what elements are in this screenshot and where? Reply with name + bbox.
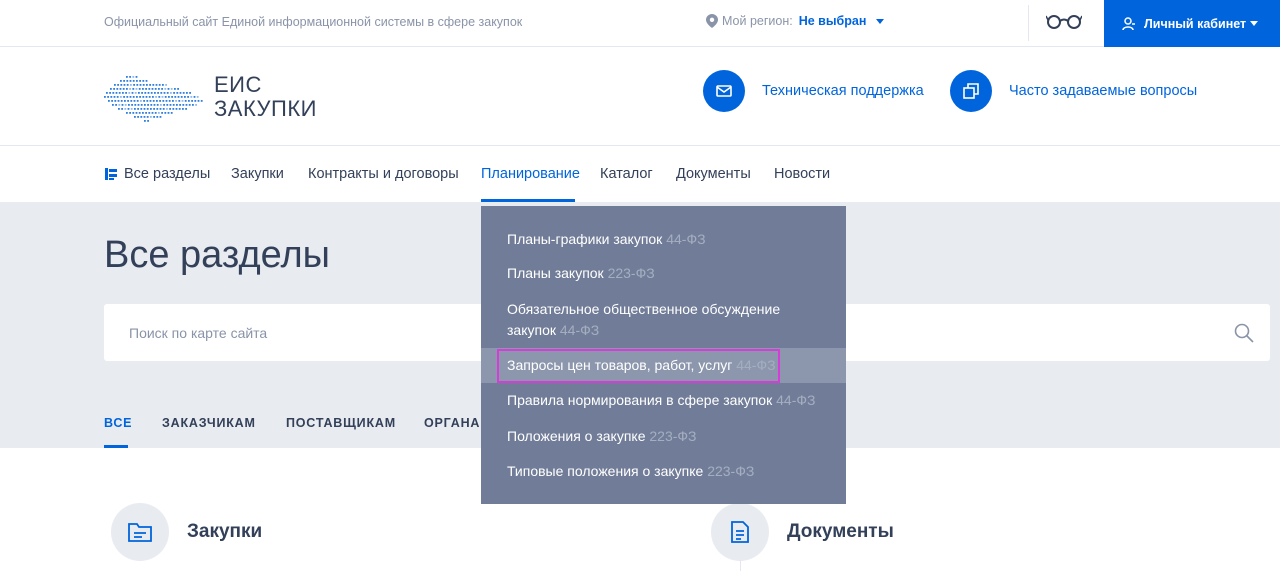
faq-circle bbox=[950, 70, 992, 112]
section-title: Закупки bbox=[187, 521, 263, 542]
menu-item-label: Положения о закупке bbox=[507, 428, 646, 444]
law-badge: 223-ФЗ bbox=[607, 265, 655, 281]
menu-item-label: Правила нормирования в сфере закупок bbox=[507, 392, 773, 408]
menu-item-label: Обязательное общественное обсуждение bbox=[507, 301, 781, 317]
menu-item-label: Типовые положения о закупке bbox=[507, 463, 704, 479]
support-circle bbox=[703, 70, 745, 112]
site-header: ЕИС ЗАКУПКИ Техническая поддержка Часто … bbox=[0, 48, 1280, 146]
menu-item-norming-rules[interactable]: Правила нормирования в сфере закупок 44-… bbox=[507, 390, 827, 411]
section-purchases[interactable]: Закупки bbox=[111, 503, 262, 561]
section-icon-circle bbox=[111, 503, 169, 561]
menu-item-purchase-regulations[interactable]: Положения о закупке 223-ФЗ bbox=[507, 426, 827, 447]
divider bbox=[1028, 5, 1029, 41]
nav-item-label: Все разделы bbox=[124, 166, 211, 182]
sitemap-icon bbox=[105, 168, 117, 180]
nav-item-news[interactable]: Новости bbox=[774, 166, 830, 182]
nav-item-documents[interactable]: Документы bbox=[676, 166, 751, 182]
menu-item-label: Планы-графики закупок bbox=[507, 231, 663, 247]
personal-cabinet-button[interactable]: Личный кабинет bbox=[1104, 0, 1280, 47]
search-icon[interactable] bbox=[1234, 323, 1254, 343]
menu-item-label-line-2: закупок bbox=[507, 322, 556, 338]
cabinet-label: Личный кабинет bbox=[1144, 16, 1247, 31]
nav-item-contracts[interactable]: Контракты и договоры bbox=[308, 166, 459, 182]
glasses-icon[interactable] bbox=[1046, 12, 1082, 30]
nav-item-planning[interactable]: Планирование bbox=[481, 166, 580, 182]
column-divider bbox=[740, 560, 741, 571]
menu-item-public-discussion[interactable]: Обязательное общественное обсуждение зак… bbox=[507, 299, 827, 341]
tab-customers[interactable]: ЗАКАЗЧИКАМ bbox=[162, 416, 256, 430]
section-documents[interactable]: Документы bbox=[711, 503, 894, 561]
section-title: Документы bbox=[787, 521, 894, 542]
logo-text[interactable]: ЕИС ЗАКУПКИ bbox=[214, 73, 317, 121]
top-bar: Официальный сайт Единой информационной с… bbox=[0, 0, 1280, 47]
nav-item-purchases[interactable]: Закупки bbox=[231, 166, 284, 182]
document-icon bbox=[731, 521, 749, 543]
copy-icon bbox=[963, 83, 979, 99]
section-icon-circle bbox=[711, 503, 769, 561]
menu-item-label: Планы закупок bbox=[507, 265, 604, 281]
page-title: Все разделы bbox=[104, 234, 330, 276]
law-badge: 223-ФЗ bbox=[649, 428, 697, 444]
search-input[interactable]: Поиск по карте сайта bbox=[129, 325, 267, 341]
faq-link[interactable]: Часто задаваемые вопросы bbox=[950, 70, 1197, 112]
nav-item-catalog[interactable]: Каталог bbox=[600, 166, 653, 182]
law-badge: 44-ФЗ bbox=[666, 231, 706, 247]
tab-all[interactable]: ВСЕ bbox=[104, 416, 132, 430]
support-label: Техническая поддержка bbox=[762, 83, 924, 99]
highlight-frame bbox=[497, 349, 780, 383]
law-badge: 44-ФЗ bbox=[559, 322, 600, 338]
russia-map-logo-icon[interactable] bbox=[104, 70, 204, 122]
support-link[interactable]: Техническая поддержка bbox=[703, 70, 924, 112]
chevron-down-icon bbox=[876, 18, 885, 24]
official-site-text: Официальный сайт Единой информационной с… bbox=[104, 15, 523, 29]
law-badge: 44-ФЗ bbox=[776, 392, 816, 408]
region-value[interactable]: Не выбран bbox=[799, 14, 867, 28]
region-label: Мой регион: bbox=[722, 14, 793, 28]
main-nav: Все разделы Закупки Контракты и договоры… bbox=[0, 147, 1280, 202]
location-pin-icon bbox=[706, 14, 718, 28]
chevron-down-icon bbox=[1250, 21, 1259, 26]
user-icon bbox=[1122, 16, 1135, 30]
mail-icon bbox=[716, 85, 732, 97]
logo-line-2: ЗАКУПКИ bbox=[214, 96, 317, 121]
active-tab-underline bbox=[104, 445, 128, 448]
faq-label: Часто задаваемые вопросы bbox=[1009, 83, 1198, 99]
menu-item-schedule-plans[interactable]: Планы-графики закупок 44-ФЗ bbox=[507, 229, 827, 250]
region-selector[interactable]: Мой регион: Не выбран bbox=[706, 14, 885, 28]
folder-icon bbox=[128, 523, 152, 542]
menu-item-model-regulations[interactable]: Типовые положения о закупке 223-ФЗ bbox=[507, 461, 827, 482]
nav-item-all-sections[interactable]: Все разделы bbox=[104, 166, 210, 182]
menu-item-purchase-plans[interactable]: Планы закупок 223-ФЗ bbox=[507, 263, 827, 284]
logo-line-1: ЕИС bbox=[214, 72, 262, 97]
tab-suppliers[interactable]: ПОСТАВЩИКАМ bbox=[286, 416, 396, 430]
law-badge: 223-ФЗ bbox=[707, 463, 755, 479]
planning-dropdown-menu: Планы-графики закупок 44-ФЗ Планы закупо… bbox=[481, 206, 846, 504]
